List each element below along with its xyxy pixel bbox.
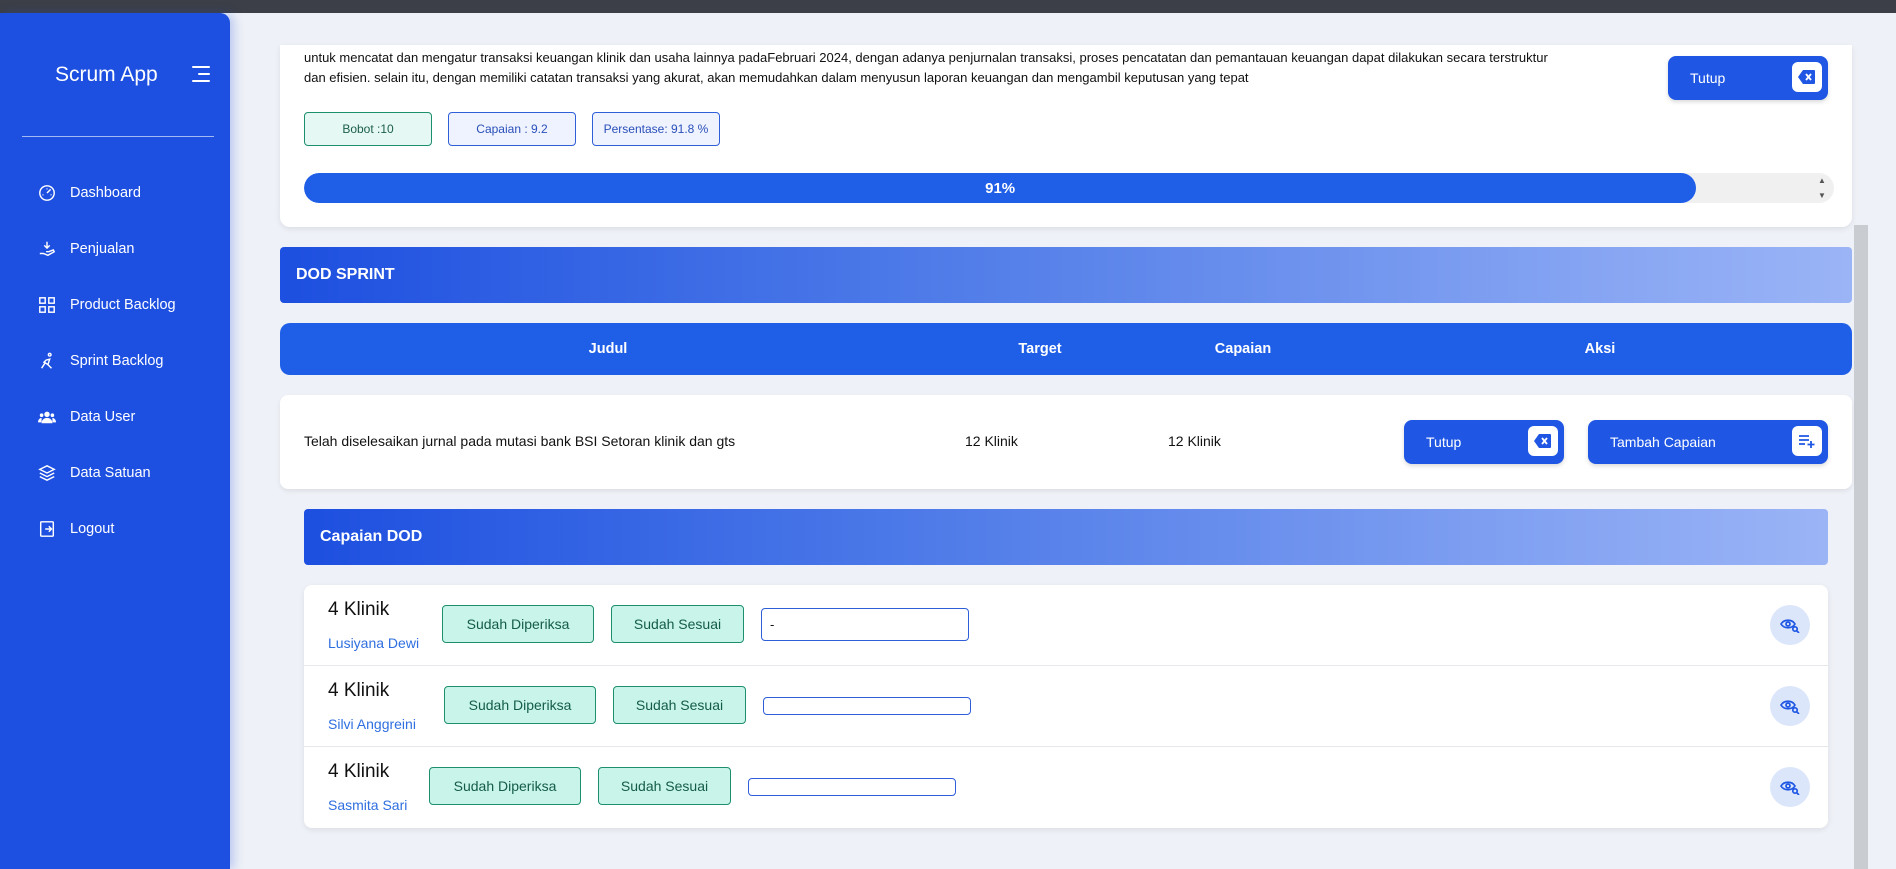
sidebar-item-label: Dashboard [70, 185, 141, 201]
dod-table-header: Judul Target Capaian Aksi [280, 323, 1852, 375]
status-diperiksa-badge: Sudah Diperiksa [429, 767, 581, 805]
grid-icon [39, 297, 55, 313]
dod-sprint-header: DOD SPRINT [280, 247, 1852, 303]
capaian-dod-header: Capaian DOD [304, 509, 1828, 565]
sidebar-item-product-backlog[interactable]: Product Backlog [0, 277, 230, 333]
users-icon [38, 411, 56, 424]
page-scrollbar[interactable] [1854, 225, 1868, 869]
hand-coin-icon [39, 241, 56, 257]
sidebar-item-label: Product Backlog [70, 297, 176, 313]
eye-search-icon [1780, 619, 1800, 633]
sidebar-item-label: Penjualan [70, 241, 135, 257]
sidebar-item-label: Data User [70, 409, 136, 425]
entry-qty: 4 Klinik [328, 599, 390, 620]
browser-top-bar [0, 0, 1896, 13]
logout-icon [39, 521, 55, 537]
close-icon [1792, 62, 1822, 92]
sidebar-item-sprint-backlog[interactable]: Sprint Backlog [0, 333, 230, 389]
card-scrollbar[interactable]: ▲ ▼ [1815, 173, 1829, 203]
app-title: Scrum App [55, 63, 158, 86]
sidebar-item-label: Logout [70, 521, 115, 537]
sidebar-item-penjualan[interactable]: Penjualan [0, 221, 230, 277]
sidebar-item-label: Data Satuan [70, 465, 151, 481]
column-target: Target [1018, 341, 1062, 357]
task-description: untuk mencatat dan mengatur transaksi ke… [304, 50, 1548, 85]
eye-search-icon [1780, 700, 1800, 714]
column-judul: Judul [588, 341, 628, 357]
close-icon [1528, 426, 1558, 456]
view-button[interactable] [1770, 686, 1810, 726]
close-button[interactable]: Tutup [1668, 56, 1828, 100]
column-capaian: Capaian [1214, 341, 1272, 357]
sidebar: Scrum App Dashboard Penjualan Product Ba… [0, 13, 230, 869]
status-sesuai-badge: Sudah Sesuai [613, 686, 746, 724]
status-diperiksa-badge: Sudah Diperiksa [442, 605, 594, 643]
runner-icon [41, 352, 53, 369]
task-detail-card: untuk mencatat dan mengatur transaksi ke… [280, 45, 1852, 227]
dod-sprint-title: DOD SPRINT [296, 266, 395, 283]
capaian-badge: Capaian : 9.2 [448, 112, 576, 146]
entry-name: Sasmita Sari [328, 797, 408, 813]
tambah-capaian-button[interactable]: Tambah Capaian [1588, 420, 1828, 464]
eye-search-icon [1780, 781, 1800, 795]
sidebar-item-logout[interactable]: Logout [0, 501, 230, 557]
column-aksi: Aksi [1584, 341, 1616, 357]
note-field[interactable]: - [761, 608, 969, 641]
list-item: 4 Klinik Silvi Anggreini Sudah Diperiksa… [304, 666, 1828, 747]
entry-qty: 4 Klinik [328, 680, 390, 701]
sidebar-item-data-user[interactable]: Data User [0, 389, 230, 445]
row-judul: Telah diselesaikan jurnal pada mutasi ba… [304, 433, 736, 449]
entry-name: Lusiyana Dewi [328, 635, 420, 651]
gauge-icon [39, 185, 55, 201]
menu-toggle-icon[interactable] [192, 66, 210, 82]
note-field[interactable] [748, 778, 956, 796]
sidebar-item-label: Sprint Backlog [70, 353, 164, 369]
layers-icon [38, 464, 56, 482]
tambah-capaian-label: Tambah Capaian [1610, 434, 1716, 450]
status-diperiksa-badge: Sudah Diperiksa [444, 686, 596, 724]
note-field[interactable] [763, 697, 971, 715]
list-item: 4 Klinik Lusiyana Dewi Sudah Diperiksa S… [304, 585, 1828, 666]
close-button-label: Tutup [1690, 70, 1726, 86]
list-item: 4 Klinik Sasmita Sari Sudah Diperiksa Su… [304, 747, 1828, 828]
bobot-badge: Bobot :10 [304, 112, 432, 146]
scroll-up-icon[interactable]: ▲ [1815, 173, 1829, 188]
entry-name: Silvi Anggreini [328, 716, 416, 732]
capaian-dod-title: Capaian DOD [320, 528, 423, 545]
row-close-label: Tutup [1426, 434, 1462, 450]
view-button[interactable] [1770, 767, 1810, 807]
status-sesuai-badge: Sudah Sesuai [611, 605, 744, 643]
capaian-list: 4 Klinik Lusiyana Dewi Sudah Diperiksa S… [304, 585, 1828, 828]
sidebar-item-dashboard[interactable]: Dashboard [0, 165, 230, 221]
sidebar-divider [22, 136, 214, 137]
sidebar-nav: Dashboard Penjualan Product Backlog Spri… [0, 165, 230, 557]
playlist-add-icon [1792, 426, 1822, 456]
sidebar-item-data-satuan[interactable]: Data Satuan [0, 445, 230, 501]
entry-qty: 4 Klinik [328, 761, 390, 782]
row-close-button[interactable]: Tutup [1404, 420, 1564, 464]
view-button[interactable] [1770, 605, 1810, 645]
row-target: 12 Klinik [965, 433, 1018, 449]
table-row: Telah diselesaikan jurnal pada mutasi ba… [280, 395, 1852, 489]
row-capaian: 12 Klinik [1168, 433, 1221, 449]
progress-bar: 91% [304, 173, 1834, 203]
scroll-down-icon[interactable]: ▼ [1815, 188, 1829, 203]
persentase-badge: Persentase: 91.8 % [592, 112, 720, 146]
status-sesuai-badge: Sudah Sesuai [598, 767, 731, 805]
progress-fill: 91% [304, 173, 1697, 203]
